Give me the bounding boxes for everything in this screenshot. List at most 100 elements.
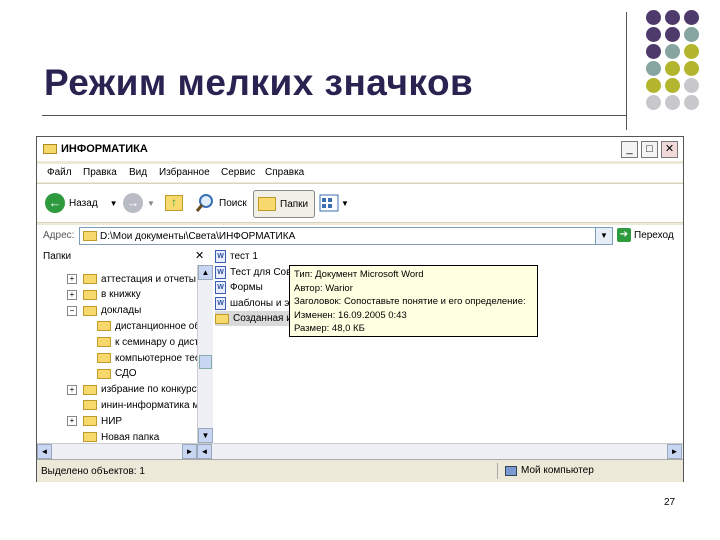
tree-item-label: к семинару о диста xyxy=(115,336,205,348)
horizontal-scrollbar[interactable]: ◄ ► ◄ ► xyxy=(37,443,683,460)
file-name: шаблоны и эл xyxy=(230,297,295,309)
close-folders-pane-icon[interactable]: ✕ xyxy=(195,249,204,262)
address-value: D:\Мои документы\Света\ИНФОРМАТИКА xyxy=(100,231,296,242)
decorative-dot xyxy=(665,27,680,42)
back-button[interactable]: ← Назад ▼ xyxy=(45,190,118,216)
computer-icon xyxy=(505,465,517,476)
folder-icon xyxy=(83,231,97,241)
scroll-down-button[interactable]: ▼ xyxy=(198,428,213,443)
tree-item-label: дистанционное об xyxy=(115,320,201,332)
decorative-dot xyxy=(646,10,661,25)
maximize-button[interactable]: □ xyxy=(641,141,658,158)
menu-edit[interactable]: Правка xyxy=(83,167,117,178)
tree-item-label: аттестация и отчеты xyxy=(101,273,196,285)
folder-icon xyxy=(83,416,97,427)
status-divider xyxy=(497,463,498,479)
word-document-icon: W xyxy=(215,296,226,310)
file-item[interactable]: W Тест для Сове xyxy=(215,265,297,280)
expand-icon[interactable]: + xyxy=(67,416,77,427)
page-number: 27 xyxy=(664,497,676,508)
tree-item[interactable]: к семинару о диста xyxy=(97,334,204,350)
forward-arrow-icon: → xyxy=(123,193,143,213)
folder-icon xyxy=(83,384,97,395)
tree-item[interactable]: + НИР xyxy=(67,413,122,429)
status-bar: Выделено объектов: 1 Мой компьютер xyxy=(37,459,683,482)
menu-view[interactable]: Вид xyxy=(129,167,147,178)
scroll-left-button[interactable]: ◄ xyxy=(37,444,52,459)
decorative-dot xyxy=(684,95,699,110)
toolbar: ← Назад ▼ → ▼ ↑ Поиск Папки ▼ xyxy=(37,183,683,223)
address-input[interactable]: D:\Мои документы\Света\ИНФОРМАТИКА xyxy=(79,227,613,245)
file-item[interactable]: W Формы xyxy=(215,280,263,295)
views-button[interactable]: ▼ xyxy=(319,190,349,216)
decorative-dot-grid xyxy=(640,10,718,118)
decorative-dot xyxy=(665,10,680,25)
file-item[interactable]: Созданная ин xyxy=(215,311,298,326)
file-info-tooltip: Тип: Документ Microsoft Word Автор: Wari… xyxy=(289,265,538,337)
folder-icon xyxy=(83,305,97,316)
slide-title: Режим мелких значков xyxy=(44,62,474,103)
folder-icon xyxy=(97,353,111,363)
tree-item[interactable]: + избрание по конкурсу xyxy=(67,382,202,398)
file-item[interactable]: Wшаблоны и эл xyxy=(215,296,295,311)
folder-icon xyxy=(258,197,276,211)
folders-label: Папки xyxy=(280,198,309,210)
tree-item[interactable]: + аттестация и отчеты xyxy=(67,271,196,287)
search-label: Поиск xyxy=(219,197,247,209)
scroll-up-button[interactable]: ▲ xyxy=(198,265,213,280)
search-button[interactable]: Поиск xyxy=(195,190,247,216)
folder-icon xyxy=(83,289,97,300)
status-location: Мой компьютер xyxy=(505,465,594,476)
expand-icon[interactable]: + xyxy=(67,274,77,284)
menu-help[interactable]: Справка xyxy=(265,167,304,178)
address-label: Адрес: xyxy=(43,230,75,241)
scroll-right-button[interactable]: ► xyxy=(667,444,682,459)
title-underline xyxy=(42,115,626,116)
scroll-left-button[interactable]: ◄ xyxy=(197,444,212,459)
tree-item[interactable]: − доклады xyxy=(67,303,141,319)
decorative-dot xyxy=(646,95,661,110)
tree-item[interactable]: + в книжку xyxy=(67,287,141,303)
forward-button[interactable]: → ▼ xyxy=(123,190,155,216)
decorative-dot xyxy=(665,95,680,110)
tooltip-line: Заголовок: Сопоставьте понятие и его опр… xyxy=(294,296,526,307)
close-button[interactable]: ✕ xyxy=(661,141,678,158)
file-item[interactable]: Wтест 1 xyxy=(215,249,258,264)
decorative-dot xyxy=(684,61,699,76)
menu-tools[interactable]: Сервис xyxy=(221,167,255,178)
file-name: тест 1 xyxy=(230,251,258,262)
minimize-button[interactable]: _ xyxy=(621,141,638,158)
title-bar[interactable]: ИНФОРМАТИКА _ □ ✕ xyxy=(37,137,683,161)
folders-pane-title: Папки xyxy=(43,251,72,262)
tree-item[interactable]: дистанционное об xyxy=(97,318,200,334)
up-folder-icon: ↑ xyxy=(165,195,183,211)
tree-item[interactable]: компьютерное тес xyxy=(97,350,200,366)
file-name: Созданная ин xyxy=(233,313,298,324)
folder-icon xyxy=(83,400,97,411)
folder-tree-scrollbar[interactable]: ▲ ▼ xyxy=(197,265,214,443)
address-dropdown-button[interactable]: ▼ xyxy=(595,227,613,245)
decorative-dot xyxy=(665,78,680,93)
decorative-dot xyxy=(684,44,699,59)
collapse-icon[interactable]: − xyxy=(67,305,77,316)
menu-favorites[interactable]: Избранное xyxy=(159,167,210,178)
word-document-icon: W xyxy=(215,250,226,263)
search-icon xyxy=(195,194,213,212)
folders-toggle-button[interactable]: Папки xyxy=(253,190,316,218)
expand-icon[interactable]: + xyxy=(67,384,77,395)
scroll-right-button[interactable]: ► xyxy=(182,444,197,459)
decorative-dot xyxy=(684,27,699,42)
go-button[interactable]: ➔ Переход xyxy=(617,228,674,242)
menu-bar: Файл Правка Вид Избранное Сервис Справка xyxy=(37,164,683,206)
menu-file[interactable]: Файл xyxy=(47,167,72,178)
up-folder-button[interactable]: ↑ xyxy=(165,190,183,216)
scroll-thumb[interactable] xyxy=(199,355,212,369)
tree-item[interactable]: СДО xyxy=(97,366,137,382)
address-bar: Адрес: D:\Мои документы\Света\ИНФОРМАТИК… xyxy=(37,225,683,247)
tree-item[interactable]: инин-информатика м xyxy=(83,397,199,413)
folders-pane-header: Папки ✕ xyxy=(37,247,213,265)
back-arrow-icon: ← xyxy=(45,193,65,213)
file-name: Формы xyxy=(230,282,263,293)
folders-pane: Папки ✕ + аттестация и отчеты + в книжку − до… xyxy=(37,247,214,443)
expand-icon[interactable]: + xyxy=(67,289,77,300)
